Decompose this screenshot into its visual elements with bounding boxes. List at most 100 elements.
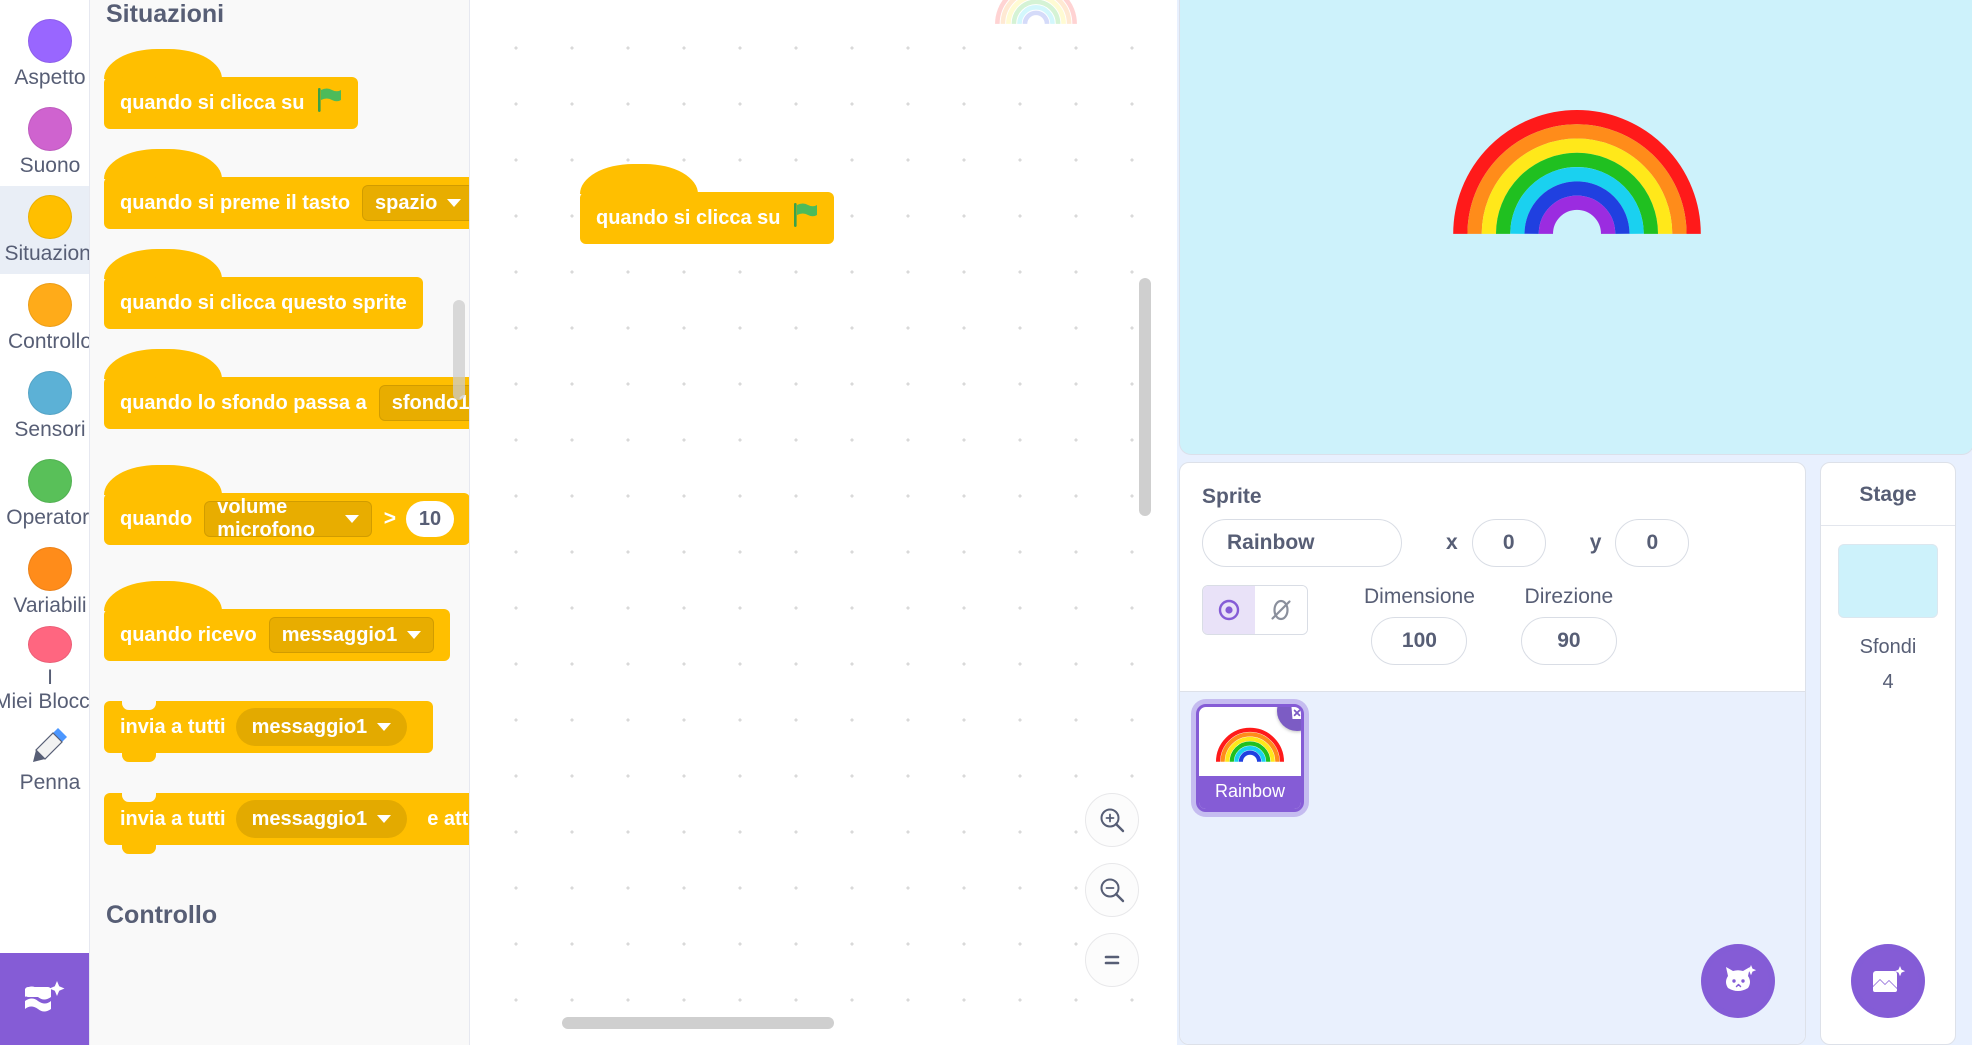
x-label: x <box>1446 531 1458 554</box>
operator-symbol: > <box>383 507 396 530</box>
sprite-hide-button[interactable] <box>1255 586 1307 634</box>
workspace-horizontal-scrollbar[interactable] <box>562 1017 834 1029</box>
category-item-movimento[interactable]: Movimento <box>0 0 89 10</box>
add-extension-button[interactable] <box>0 953 89 1045</box>
category-label: IMiei Blocchi <box>0 665 90 713</box>
block-dropdown-when-i-receive[interactable]: messaggio1 <box>268 617 435 653</box>
stage-view[interactable] <box>1179 0 1972 455</box>
dragged-block-when-flag-clicked[interactable]: quando si clicca su <box>574 162 834 244</box>
block-label: quando si preme il tasto <box>120 191 351 214</box>
category-dot-control <box>28 282 72 327</box>
palette-scrollbar[interactable] <box>453 300 465 400</box>
add-sprite-button[interactable] <box>1701 944 1775 1018</box>
block-palette[interactable]: Situazioni quando si clicca su quando si p… <box>90 0 470 1045</box>
sprite-pane: Sprite Rainbow x 0 y 0 Dimensione 100 Di… <box>1179 462 1806 1045</box>
direction-label: Direzione <box>1524 585 1614 608</box>
add-extension-icon <box>25 981 65 1012</box>
category-item-suono[interactable]: Suono <box>0 98 89 186</box>
category-item-sensori[interactable]: Sensori <box>0 362 89 450</box>
block-body[interactable]: quando si clicca su <box>580 164 834 244</box>
sprite-size-input[interactable]: 100 <box>1371 617 1468 665</box>
block-label: quando ricevo <box>120 623 257 646</box>
sprite-info-panel: Sprite Rainbow x 0 y 0 Dimensione 100 Di… <box>1180 463 1805 665</box>
sprite-show-button[interactable] <box>1203 586 1255 634</box>
chevron-down-icon <box>407 631 422 639</box>
palette-block-broadcast[interactable]: invia a tutti messaggio1 <box>104 700 434 762</box>
category-item-situazioni[interactable]: Situazioni <box>0 186 89 274</box>
category-item-penna[interactable]: Penna <box>0 714 89 802</box>
block-label: invia a tutti <box>120 715 226 738</box>
block-label: quando si clicca su <box>596 206 781 229</box>
category-dot-sound <box>28 106 72 151</box>
sprite-visibility-toggle <box>1202 585 1308 635</box>
chevron-down-icon <box>447 199 462 207</box>
dropdown-value: messaggio1 <box>281 623 398 646</box>
workspace-vertical-scrollbar[interactable] <box>1139 278 1151 516</box>
zoom-out-icon <box>1100 878 1125 903</box>
palette-block-when-i-receive[interactable]: quando ricevo messaggio1 <box>104 581 451 661</box>
palette-block-when-backdrop-switches[interactable]: quando lo sfondo passa a sfondo1 <box>104 349 469 429</box>
block-label: quando si clicca questo sprite <box>120 291 407 314</box>
palette-block-when-loudness-greater[interactable]: quando volume microfono >10 <box>104 465 469 545</box>
sprite-direction-input[interactable]: 90 <box>1520 617 1617 665</box>
green-flag-icon <box>317 87 342 119</box>
stage-and-sprites-column: Sprite Rainbow x 0 y 0 Dimensione 100 Di… <box>1177 0 1972 1045</box>
category-item-aspetto[interactable]: Aspetto <box>0 10 89 98</box>
add-backdrop-image-icon <box>1873 966 1906 993</box>
eye-visible-icon <box>1218 599 1240 621</box>
code-workspace[interactable]: quando si clicca su <box>470 0 1177 1045</box>
category-item-variabili[interactable]: Variabili <box>0 538 89 626</box>
stage-rainbow-sprite[interactable] <box>1447 99 1707 239</box>
sprite-area: Sprite Rainbow x 0 y 0 Dimensione 100 Di… <box>1177 462 1972 1045</box>
palette-block-when-key-pressed[interactable]: quando si preme il tasto spazio <box>104 149 469 229</box>
category-dot-variables <box>28 546 72 591</box>
zoom-out-button[interactable] <box>1085 863 1139 917</box>
category-sidebar: Movimento Aspetto Suono Situazioni Controllo… <box>0 0 90 1045</box>
category-label: Operatori <box>6 505 90 529</box>
category-dot-looks <box>28 18 72 63</box>
trash-delete-icon <box>1291 707 1301 719</box>
category-dot-events <box>28 194 72 239</box>
palette-heading-situazioni: Situazioni <box>106 0 225 28</box>
zoom-in-button[interactable] <box>1085 793 1139 847</box>
block-dropdown-broadcast-and-wait[interactable]: messaggio1 <box>235 800 408 838</box>
stage-selector-pane: Stage Sfondi 4 <box>1820 462 1956 1045</box>
add-backdrop-button[interactable] <box>1851 944 1925 1018</box>
block-label: quando lo sfondo passa a <box>120 391 367 414</box>
sprite-x-input[interactable]: 0 <box>1471 519 1546 567</box>
category-label: Situazioni <box>4 241 90 265</box>
sprite-name-input[interactable]: Rainbow <box>1202 519 1402 567</box>
zoom-reset-icon <box>1104 955 1120 965</box>
category-dot-sensing <box>28 370 72 415</box>
dropdown-value: messaggio1 <box>251 715 368 738</box>
zoom-reset-button[interactable] <box>1085 933 1139 987</box>
sprite-tile-label: Rainbow <box>1199 776 1301 809</box>
block-label: quando si clicca su <box>120 91 305 114</box>
block-label-suffix: e attendi <box>427 807 469 830</box>
category-item-i-miei-blocchi[interactable]: IMiei Blocchi <box>0 626 89 714</box>
block-dropdown-broadcast[interactable]: messaggio1 <box>235 708 408 746</box>
category-label: Controllo <box>7 329 90 353</box>
sprite-section-label: Sprite <box>1202 485 1262 508</box>
category-dot-myblocks <box>28 626 72 663</box>
y-label: y <box>1589 531 1602 554</box>
category-item-operatori[interactable]: Operatori <box>0 450 89 538</box>
sprite-tile-rainbow[interactable]: Rainbow <box>1196 704 1304 812</box>
category-item-controllo[interactable]: Controllo <box>0 274 89 362</box>
palette-block-when-flag-clicked[interactable]: quando si clicca su <box>104 49 358 129</box>
category-label: Sensori <box>14 417 86 441</box>
palette-block-when-sprite-clicked[interactable]: quando si clicca questo sprite <box>104 249 423 329</box>
dropdown-value: volume microfono <box>217 496 315 541</box>
sprite-y-input[interactable]: 0 <box>1615 519 1690 567</box>
green-flag-icon <box>793 202 818 234</box>
category-label: Movimento <box>0 0 89 1</box>
dropdown-value: messaggio1 <box>251 807 368 830</box>
category-label: Penna <box>19 770 81 794</box>
scratch-editor: Movimento Aspetto Suono Situazioni Controllo… <box>0 0 1972 1045</box>
block-dropdown-when-key-pressed[interactable]: spazio <box>362 185 469 221</box>
block-number-input[interactable]: 10 <box>406 501 454 537</box>
block-dropdown-when-loudness-greater[interactable]: volume microfono <box>204 496 372 541</box>
dropdown-value: spazio <box>375 191 438 214</box>
stage-thumbnail[interactable] <box>1838 544 1938 618</box>
palette-block-broadcast-and-wait[interactable]: invia a tutti messaggio1 e attendi <box>104 792 469 854</box>
